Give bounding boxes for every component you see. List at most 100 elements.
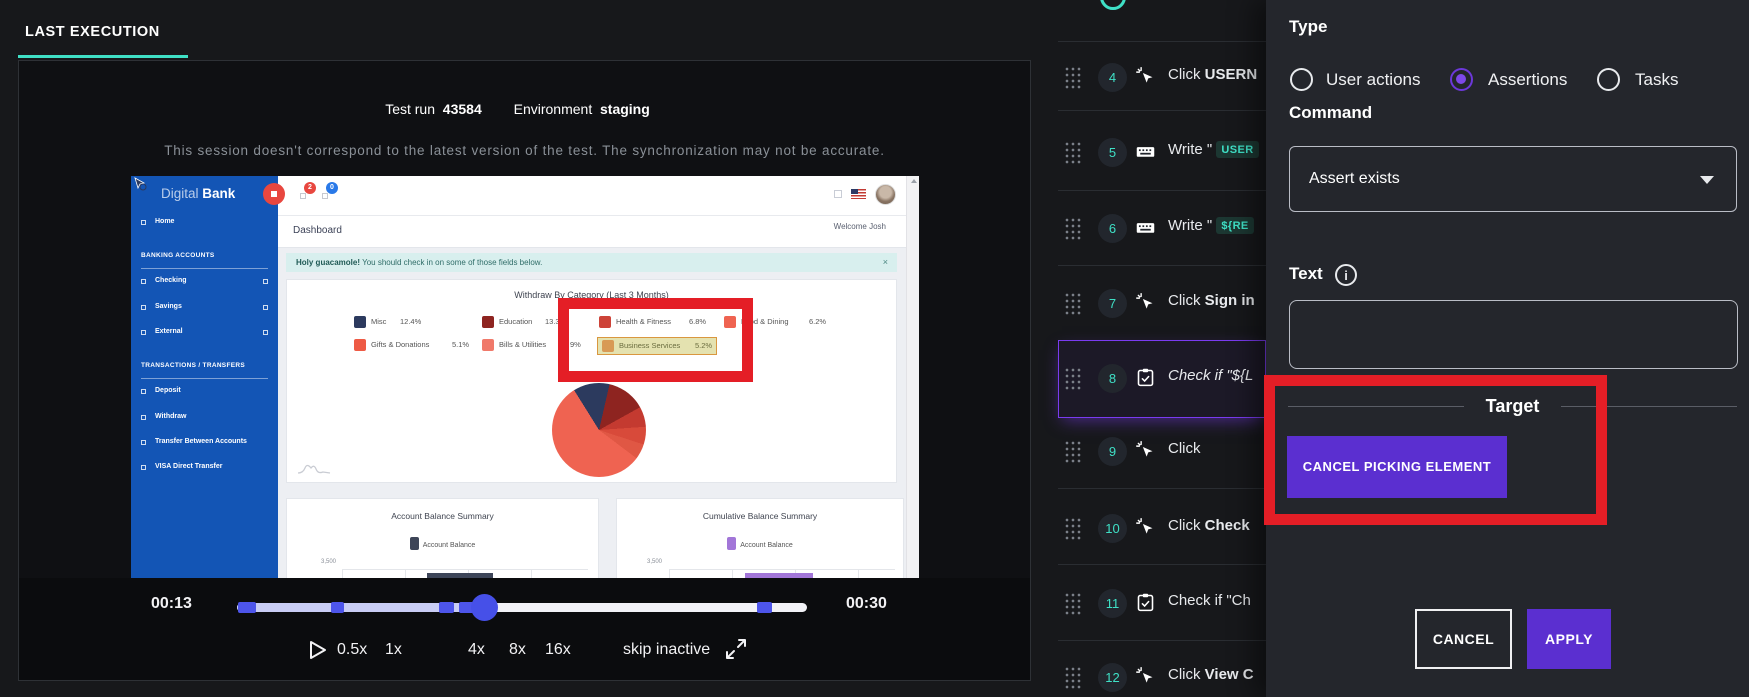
step-number-badge: 7 [1098, 289, 1127, 318]
alert-bold-text: Holy guacamole! [296, 258, 361, 267]
bank-nav-home: Home [131, 218, 278, 232]
command-dropdown[interactable]: Assert exists [1289, 146, 1737, 212]
cursor-click-icon [1136, 667, 1153, 683]
radio-user-actions[interactable] [1290, 68, 1313, 91]
step-row-4[interactable]: 4 Click USERN [1031, 55, 1266, 99]
legend-value: 6.2% [809, 317, 827, 326]
nav-divider [141, 268, 268, 269]
nav-square-icon-right [263, 279, 268, 284]
step-row-11[interactable]: 11 Check if "Ch [1031, 581, 1266, 625]
account-balance-card: Account Balance Summary Account Balance … [286, 498, 599, 579]
speed-4x-button[interactable]: 4x [468, 641, 485, 659]
cursor-click-icon [1136, 441, 1153, 457]
nav-square-icon [141, 440, 146, 445]
step-row-7[interactable]: 7 Click Sign in [1031, 281, 1266, 325]
nav-label: Savings [155, 303, 182, 310]
avatar [875, 184, 896, 205]
nav-square-icon [141, 220, 146, 225]
step-row-9[interactable]: 9 Click [1031, 429, 1266, 473]
fullscreen-icon[interactable] [725, 638, 747, 660]
speed-16x-button[interactable]: 16x [545, 641, 571, 659]
drag-handle-icon[interactable] [1064, 367, 1081, 390]
welcome-text: Welcome Josh [833, 222, 886, 231]
info-icon[interactable]: i [1335, 264, 1357, 286]
environment-label: Environment [513, 101, 593, 117]
bank-nav-visa-direct: VISA Direct Transfer [131, 463, 278, 477]
radio-assertions-label[interactable]: Assertions [1488, 70, 1567, 90]
drag-handle-icon[interactable] [1064, 440, 1081, 463]
speed-1x-button[interactable]: 1x [385, 641, 402, 659]
step-row-10[interactable]: 10 Click Check [1031, 506, 1266, 550]
step-label: Click USERN [1168, 66, 1258, 83]
test-run-label: Test run [385, 101, 436, 117]
scroll-up-chevron-icon[interactable] [1100, 0, 1126, 10]
cancel-button[interactable]: CANCEL [1415, 609, 1512, 669]
legend-swatch-gifts-donations [354, 339, 366, 351]
step-number-badge: 9 [1098, 437, 1127, 466]
step-row-6[interactable]: 6 Write " ${RE [1031, 206, 1266, 250]
drag-handle-icon[interactable] [1064, 66, 1081, 89]
seekbar-event-marker[interactable] [439, 602, 454, 613]
drag-handle-icon[interactable] [1064, 592, 1081, 615]
step-label: Check if "${L [1168, 367, 1254, 384]
drag-handle-icon[interactable] [1064, 217, 1081, 240]
video-viewport[interactable]: Digital Bank Home BANKING ACCOUNTS Check… [131, 176, 919, 579]
step-label: Write " ${RE [1168, 217, 1254, 234]
nav-label: External [155, 328, 183, 335]
test-steps-list: 4 Click USERN 5 Write " USER 6 Write " $… [1031, 0, 1266, 697]
legend-swatch-account-balance [727, 537, 737, 550]
test-run-value: 43584 [442, 101, 482, 117]
play-button[interactable] [306, 639, 328, 661]
drag-handle-icon[interactable] [1064, 666, 1081, 689]
skip-inactive-label: skip inactive [623, 641, 711, 658]
tab-last-execution[interactable]: LAST EXECUTION [25, 24, 160, 40]
step-number-badge: 6 [1098, 214, 1127, 243]
nav-label: Home [155, 218, 175, 225]
alert-text: You should check in on some of those fie… [360, 258, 543, 267]
step-row-8[interactable]: 8 Check if "${L [1031, 356, 1266, 400]
step-number-badge: 4 [1098, 63, 1127, 92]
radio-user-actions-label[interactable]: User actions [1326, 70, 1420, 90]
drag-handle-icon[interactable] [1064, 292, 1081, 315]
cumulative-balance-card: Cumulative Balance Summary Account Balan… [616, 498, 904, 579]
apply-button[interactable]: APPLY [1527, 609, 1611, 669]
annotation-rectangle-legend [558, 298, 753, 382]
video-inner-scrollbar[interactable] [906, 176, 919, 579]
speed-8x-button[interactable]: 8x [509, 641, 526, 659]
axis-tick-label: 3,500 [647, 559, 663, 565]
card-title: Account Balance Summary [391, 511, 494, 521]
scroll-up-arrow-icon [911, 179, 917, 183]
radio-tasks[interactable] [1597, 68, 1620, 91]
step-label: Click Sign in [1168, 292, 1255, 309]
current-time: 00:13 [151, 595, 192, 612]
nav-square-icon-right [263, 305, 268, 310]
assertion-text-input[interactable] [1289, 300, 1738, 369]
speed-0-5x-button[interactable]: 0.5x [337, 641, 367, 659]
nav-square-icon [141, 330, 146, 335]
seekbar[interactable] [237, 594, 807, 621]
step-row-5[interactable]: 5 Write " USER [1031, 130, 1266, 174]
player-control-bar: 00:13 00:30 0.5x 1x 2x 4x 8x 16x skip in… [19, 578, 1030, 680]
seekbar-event-marker[interactable] [331, 602, 344, 613]
seekbar-event-marker[interactable] [757, 602, 772, 613]
nav-divider [141, 378, 268, 379]
assertion-check-icon [1137, 368, 1154, 387]
nav-square-icon [141, 415, 146, 420]
radio-assertions-selected[interactable] [1450, 68, 1473, 91]
bank-nav-checking: Checking [131, 277, 278, 291]
variable-badge: ${RE [1216, 217, 1254, 234]
radio-tasks-label[interactable]: Tasks [1635, 70, 1678, 90]
legend-label: Account Balance [740, 542, 793, 549]
app-root: LAST EXECUTION Test run 43584 Environmen… [0, 0, 1749, 697]
bank-logo-bold: Bank [202, 186, 236, 201]
drag-handle-icon[interactable] [1064, 517, 1081, 540]
seekbar-event-marker[interactable] [238, 602, 256, 613]
bank-alert-banner: Holy guacamole! You should check in on s… [286, 253, 897, 272]
legend-swatch-account-balance [409, 537, 419, 550]
us-flag-icon [851, 189, 866, 199]
bank-nav-section-transactions: TRANSACTIONS / TRANSFERS [141, 362, 245, 369]
step-row-12[interactable]: 12 Click View C [1031, 655, 1266, 697]
message-icon [322, 193, 328, 199]
drag-handle-icon[interactable] [1064, 141, 1081, 164]
seekbar-playhead[interactable] [471, 594, 498, 621]
